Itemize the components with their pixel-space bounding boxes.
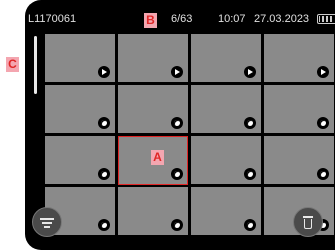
thumbnail[interactable]: [191, 187, 261, 235]
callout-label-a: A: [151, 150, 164, 165]
callout-label-c: C: [6, 57, 19, 72]
thumbnail[interactable]: [264, 34, 334, 82]
lens-icon: [171, 117, 183, 129]
thumbnail[interactable]: [45, 34, 115, 82]
battery-icon: [317, 14, 335, 24]
thumbnail[interactable]: [264, 136, 334, 184]
thumbnail[interactable]: [118, 34, 188, 82]
file-name: L1170061: [28, 13, 77, 25]
lens-icon: [244, 117, 256, 129]
thumbnail[interactable]: [45, 85, 115, 133]
thumbnail[interactable]: [191, 136, 261, 184]
play-icon: [171, 66, 183, 78]
lens-icon: [317, 117, 329, 129]
lens-icon: [98, 117, 110, 129]
frame-counter: 6/63: [171, 13, 193, 25]
date: 27.03.2023: [254, 13, 310, 25]
playback-screen: L1170061 6/63 10:07 27.03.2023: [25, 0, 335, 250]
thumbnail[interactable]: [191, 85, 261, 133]
delete-button[interactable]: [293, 207, 323, 237]
status-bar: L1170061 6/63 10:07 27.03.2023: [25, 0, 335, 34]
lens-icon: [317, 168, 329, 180]
lens-icon: [98, 168, 110, 180]
trash-icon-body: [304, 219, 312, 229]
trash-icon: [303, 216, 313, 218]
lens-icon: [98, 219, 110, 231]
thumbnail[interactable]: [191, 34, 261, 82]
thumbnail[interactable]: [264, 85, 334, 133]
lens-icon: [244, 168, 256, 180]
filter-icon-line: [42, 222, 52, 224]
thumbnail[interactable]: [118, 187, 188, 235]
filter-icon-line: [44, 226, 50, 228]
thumbnail[interactable]: [45, 136, 115, 184]
play-icon: [244, 66, 256, 78]
lens-icon: [244, 219, 256, 231]
filter-button[interactable]: [32, 207, 62, 237]
play-icon: [98, 66, 110, 78]
play-icon: [317, 66, 329, 78]
thumbnail[interactable]: [118, 85, 188, 133]
callout-label-b: B: [144, 13, 157, 28]
scrollbar-thumb[interactable]: [34, 36, 37, 94]
filter-icon: [40, 218, 54, 220]
lens-icon: [171, 219, 183, 231]
clock: 10:07: [218, 13, 246, 25]
